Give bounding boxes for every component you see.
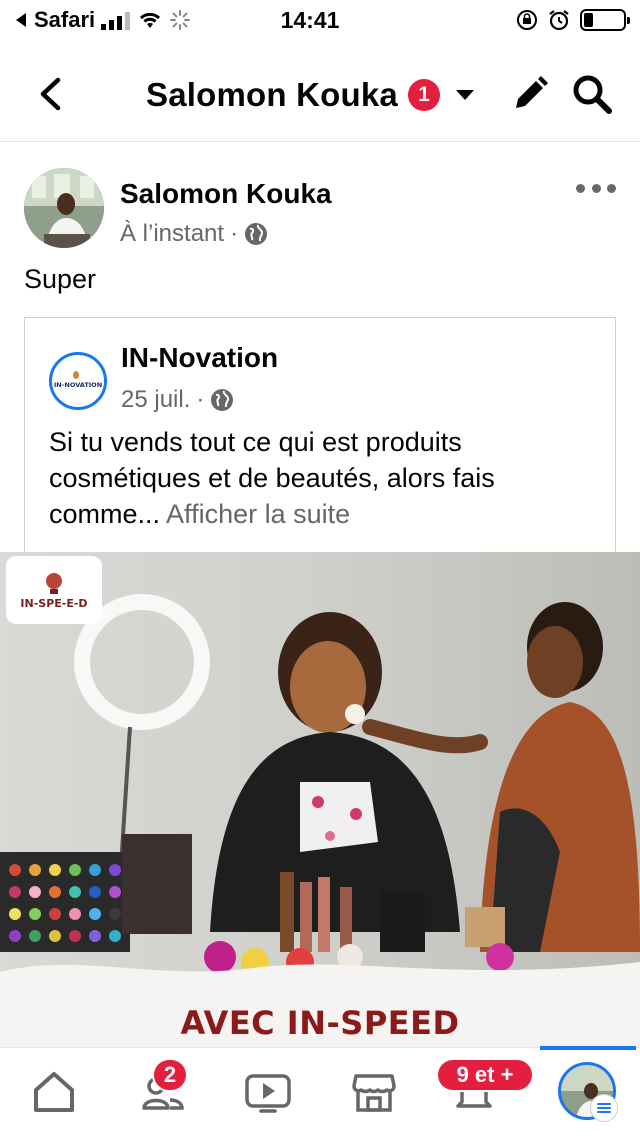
status-left: Safari <box>14 7 244 33</box>
globe-icon <box>245 223 268 245</box>
dot-icon <box>607 183 616 193</box>
back-button[interactable] <box>30 70 70 118</box>
in-speed-logo: IN-SPE-E-D <box>6 556 102 624</box>
status-right <box>396 9 630 31</box>
back-to-app-icon[interactable] <box>14 12 28 28</box>
post-text: Super <box>24 264 97 294</box>
marketplace-icon <box>352 1074 396 1112</box>
profile-switcher[interactable]: Salomon Kouka 1 <box>146 72 474 118</box>
lightbulb-icon <box>46 572 62 594</box>
makeup-photo <box>0 552 640 1047</box>
top-navigation-bar: Salomon Kouka 1 <box>0 46 640 142</box>
notification-badge: 1 <box>407 79 440 111</box>
active-tab-indicator <box>540 1046 636 1050</box>
notifications-badge: 9 et + <box>436 1058 534 1092</box>
shared-post-card[interactable]: IN-NOVATION IN-Novation 25 juil. · Si tu… <box>24 317 616 553</box>
shared-post-date[interactable]: 25 juil. <box>121 386 190 414</box>
globe-icon <box>211 389 234 411</box>
tab-watch[interactable] <box>238 1062 298 1122</box>
dot-icon <box>576 183 585 193</box>
tab-home[interactable] <box>24 1062 84 1122</box>
tab-marketplace[interactable] <box>344 1062 404 1122</box>
post-timestamp[interactable]: À l’instant <box>120 220 224 248</box>
page-title: Salomon Kouka <box>146 76 398 113</box>
meta-separator: · <box>230 220 239 247</box>
search-button[interactable] <box>570 72 614 116</box>
alarm-icon <box>549 10 569 31</box>
battery-icon <box>580 9 630 31</box>
friends-badge: 2 <box>152 1058 188 1092</box>
shared-post-text: Si tu vends tout ce qui est produits cos… <box>49 424 589 532</box>
see-more-link[interactable]: Afficher la suite <box>166 499 350 529</box>
menu-icon <box>590 1094 618 1122</box>
status-bar: Safari 14:41 <box>0 0 640 40</box>
page-logo-text: IN-NOVATION <box>54 381 102 389</box>
orientation-lock-icon <box>517 10 537 30</box>
dot-icon <box>591 183 601 193</box>
post-image[interactable]: IN-SPE-E-D AVEC IN-SPEED <box>0 552 640 1047</box>
signal-icon <box>101 12 131 30</box>
wifi-icon <box>140 12 161 28</box>
loading-spinner-icon <box>170 10 191 30</box>
meta-separator: · <box>196 386 205 413</box>
page-avatar[interactable]: IN-NOVATION <box>49 352 107 410</box>
post-meta: À l’instant · <box>120 220 268 248</box>
logo-text: IN-SPE-E-D <box>20 596 88 610</box>
author-avatar[interactable] <box>24 168 104 248</box>
post-options-button[interactable] <box>576 176 616 200</box>
shared-post-meta: 25 juil. · <box>121 386 234 414</box>
page-name[interactable]: IN-Novation <box>121 342 278 374</box>
search-icon <box>573 75 612 114</box>
video-icon <box>245 1074 291 1113</box>
promo-text: AVEC IN-SPEED <box>180 1004 460 1042</box>
chevron-left-icon <box>40 77 61 111</box>
edit-button[interactable] <box>508 72 552 116</box>
post-header: Salomon Kouka À l’instant · <box>24 168 616 250</box>
author-name[interactable]: Salomon Kouka <box>120 178 332 210</box>
carrier-label: Safari <box>34 7 96 32</box>
status-time: 14:41 <box>280 6 340 33</box>
pencil-icon <box>516 76 548 108</box>
caret-down-icon <box>455 90 474 100</box>
home-icon <box>34 1072 74 1112</box>
bottom-tab-bar: 2 9 et + <box>0 1046 640 1136</box>
